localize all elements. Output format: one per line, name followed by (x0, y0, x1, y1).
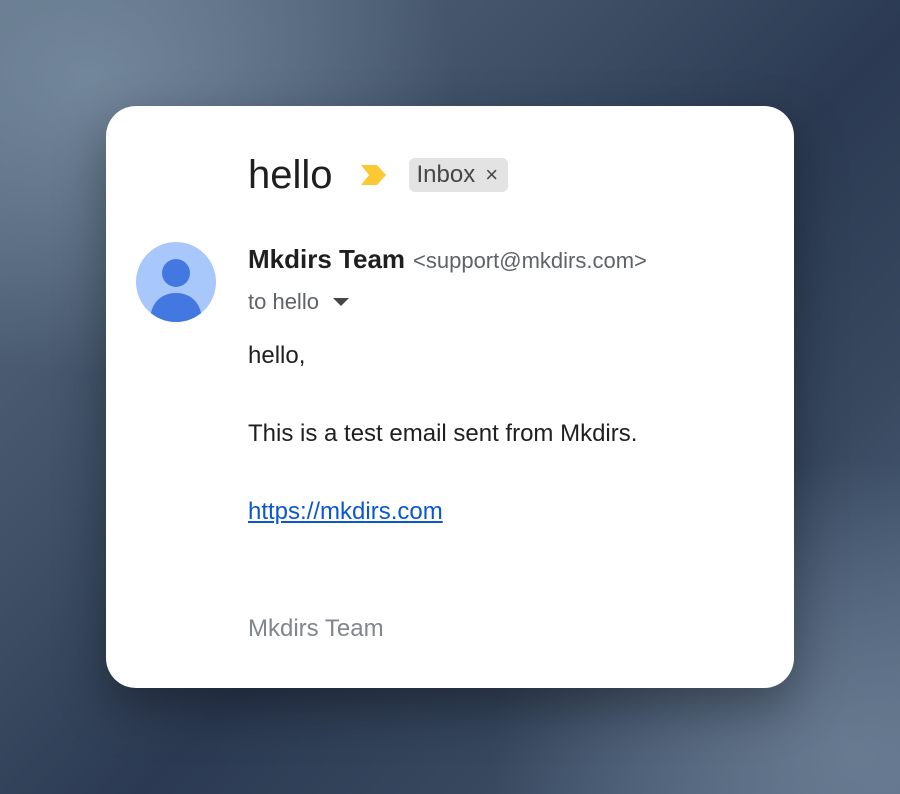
body-greeting: hello, (248, 342, 306, 369)
label-chip-inbox: Inbox × (408, 158, 509, 192)
importance-marker-icon[interactable] (359, 164, 387, 186)
recipient-text: to hello (248, 289, 319, 314)
caret-down-icon[interactable] (332, 298, 349, 306)
recipient-row: to hello (248, 286, 349, 318)
email-subject: hello (248, 153, 333, 197)
label-chip-text: Inbox (416, 161, 476, 188)
email-signature: Mkdirs Team (248, 615, 384, 642)
body-link[interactable]: https://mkdirs.com (248, 498, 443, 526)
avatar[interactable] (136, 242, 216, 322)
sender-row: Mkdirs Team <support@mkdirs.com> (248, 244, 647, 280)
sender-name[interactable]: Mkdirs Team (248, 244, 405, 275)
body-text: This is a test email sent from Mkdirs. (248, 420, 638, 447)
person-icon (150, 259, 202, 322)
close-icon[interactable]: × (485, 164, 498, 186)
email-card: hello Inbox × Mkdirs Team <support@mkdir… (106, 106, 794, 688)
subject-row: hello Inbox × (248, 150, 509, 200)
sender-email: <support@mkdirs.com> (413, 248, 647, 273)
